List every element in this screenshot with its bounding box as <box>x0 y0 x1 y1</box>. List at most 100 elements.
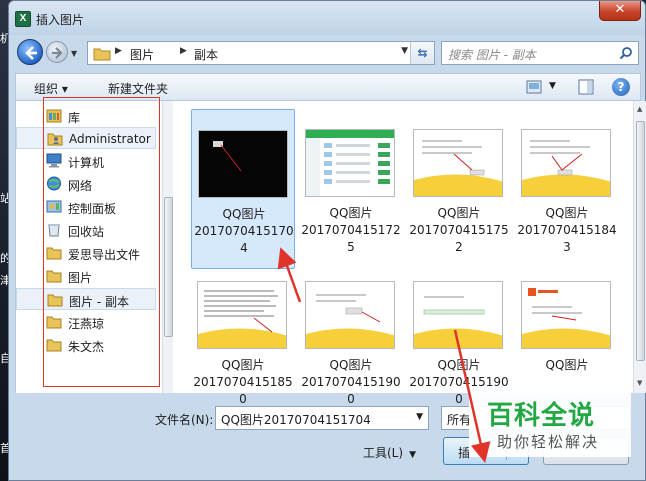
tools-button[interactable]: 工具(L) ▼ <box>363 444 416 461</box>
command-bar: 组织 ▾ 新建文件夹 ▼ ? <box>15 73 641 101</box>
sidebar-item-label: 图片 <box>68 271 93 285</box>
sidebar-item-administrator[interactable]: Administrator <box>16 127 156 149</box>
sidebar-item-zhu-wenjie[interactable]: 朱文杰 <box>16 334 156 356</box>
thumbnail-image <box>197 281 287 349</box>
scrollbar-thumb[interactable] <box>636 121 645 361</box>
sidebar-item-label: 汪燕琼 <box>68 317 105 331</box>
user-folder-icon <box>47 133 63 146</box>
recycle-bin-icon <box>48 224 60 237</box>
chevron-right-icon: ▶ <box>180 46 187 56</box>
chevron-down-icon[interactable]: ▼ <box>416 412 423 422</box>
organize-button[interactable]: 组织 ▾ <box>34 80 68 97</box>
folder-icon <box>93 48 111 61</box>
thumbnail-image <box>305 129 395 197</box>
tools-label: 工具(L) <box>363 446 404 460</box>
file-tile[interactable]: QQ图片 2017070415184 3 <box>515 109 619 269</box>
sidebar-item-label: 库 <box>68 111 81 125</box>
back-arrow-icon <box>25 46 37 60</box>
filename-value: QQ图片20170704151704 <box>221 413 371 427</box>
computer-icon <box>46 153 62 168</box>
sidebar-item-pictures-copy[interactable]: 图片 - 副本 <box>16 288 156 310</box>
file-name: QQ图片 2017070415172 5 <box>301 206 401 254</box>
thumbnail-image <box>521 129 611 197</box>
close-button[interactable]: ✕ <box>599 1 641 21</box>
thumbnail-image <box>413 281 503 349</box>
navigation-bar: ▼ ▶ 图片 ▶ 副本 ▼ ⇆ 搜索 图片 - 副本 <box>9 37 645 69</box>
back-button[interactable] <box>17 39 43 65</box>
forward-button[interactable] <box>46 41 68 63</box>
file-name: QQ图片 <box>545 358 589 372</box>
address-dropdown[interactable]: ▼ <box>401 46 408 56</box>
view-dropdown[interactable]: ▼ <box>549 81 556 91</box>
forward-arrow-icon <box>52 47 63 59</box>
new-folder-button[interactable]: 新建文件夹 <box>108 80 168 97</box>
file-tile[interactable]: QQ图片 20170704151900 <box>299 261 403 421</box>
chevron-down-icon: ▼ <box>409 450 416 460</box>
file-tile[interactable]: QQ图片 2017070415170 4 <box>191 109 295 269</box>
thumbnail-image <box>413 129 503 197</box>
filetype-value: 所有 <box>447 413 472 427</box>
window-title: 插入图片 <box>36 13 85 27</box>
sidebar-item-network[interactable]: 网络 <box>16 173 156 195</box>
refresh-icon[interactable]: ⇆ <box>410 42 434 64</box>
sidebar-item-label: 爱思导出文件 <box>68 248 141 262</box>
thumbnail-image <box>305 281 395 349</box>
filename-label: 文件名(N): <box>155 413 214 427</box>
folder-icon <box>47 294 63 307</box>
breadcrumb-item[interactable]: 图片 <box>130 46 154 63</box>
navigation-pane: 库 Administrator 计算机 网络 控制面板 回收站 爱思导出文件 图… <box>15 101 174 393</box>
excel-app-icon: X <box>15 11 31 27</box>
chevron-right-icon: ▶ <box>115 46 122 56</box>
sidebar-item-recycle-bin[interactable]: 回收站 <box>16 219 156 241</box>
sidebar-item-label: 图片 - 副本 <box>69 295 129 309</box>
sidebar-item-pictures[interactable]: 图片 <box>16 265 156 287</box>
sidebar-item-label: 回收站 <box>68 225 105 239</box>
network-icon <box>47 176 61 191</box>
help-icon[interactable]: ? <box>612 78 630 96</box>
search-icon[interactable] <box>619 46 633 60</box>
address-bar[interactable]: ▶ 图片 ▶ 副本 ▼ ⇆ <box>87 41 435 65</box>
folder-icon <box>46 316 62 329</box>
thumbnail-image <box>521 281 611 349</box>
file-name: QQ图片 2017070415175 2 <box>409 206 509 254</box>
file-tile[interactable]: QQ图片 2017070415175 2 <box>407 109 511 269</box>
watermark: 百科全说 助你轻松解决 <box>469 387 631 457</box>
scroll-up-icon[interactable]: ▲ <box>637 105 642 113</box>
sidebar-item-label: 计算机 <box>68 156 105 170</box>
sidebar-item-control-panel[interactable]: 控制面板 <box>16 196 156 218</box>
sidebar-item-computer[interactable]: 计算机 <box>16 150 156 172</box>
file-list: QQ图片 2017070415170 4 QQ图片 2017070415172 5 QQ… <box>173 101 633 406</box>
control-panel-icon <box>46 200 62 213</box>
file-tile[interactable]: QQ图片 2017070415172 5 <box>299 109 403 269</box>
sidebar-item-aisi-export[interactable]: 爱思导出文件 <box>16 242 156 264</box>
library-icon <box>46 109 62 123</box>
preview-pane-icon[interactable] <box>578 79 594 95</box>
sidebar-item-library[interactable]: 库 <box>16 105 156 127</box>
file-tile[interactable]: QQ图片 20170704151850 <box>191 261 295 421</box>
file-list-scrollbar[interactable]: ▲ ▼ <box>633 101 646 393</box>
title-bar: X 插入图片 ✕ <box>9 1 645 35</box>
sidebar-item-label: 网络 <box>68 179 93 193</box>
file-name: QQ图片 2017070415184 3 <box>517 206 617 254</box>
scrollbar-thumb[interactable] <box>164 197 173 337</box>
search-input[interactable]: 搜索 图片 - 副本 <box>441 41 639 65</box>
recent-pages-dropdown[interactable]: ▼ <box>71 49 77 58</box>
file-name: QQ图片 2017070415170 4 <box>194 207 294 255</box>
folder-icon <box>46 247 62 260</box>
scroll-down-icon[interactable]: ▼ <box>637 379 642 387</box>
thumbnail-image <box>198 130 288 198</box>
watermark-title: 百科全说 <box>487 401 596 431</box>
sidebar-item-wang-yanqiong[interactable]: 汪燕琼 <box>16 311 156 333</box>
sidebar-item-label: 朱文杰 <box>68 340 105 354</box>
sidebar-item-label: 控制面板 <box>68 202 117 216</box>
watermark-subtitle: 助你轻松解决 <box>497 433 600 451</box>
sidebar-item-label: Administrator <box>69 132 151 146</box>
change-view-icon[interactable] <box>526 80 542 94</box>
breadcrumb-item[interactable]: 副本 <box>194 46 218 63</box>
file-name: QQ图片 20170704151850 <box>193 358 293 406</box>
filename-input[interactable]: QQ图片20170704151704 ▼ <box>215 406 429 430</box>
folder-icon <box>46 339 62 352</box>
search-placeholder: 搜索 图片 - 副本 <box>448 48 536 62</box>
insert-picture-dialog: X 插入图片 ✕ ▼ ▶ 图片 ▶ 副本 ▼ ⇆ 搜索 图片 - 副本 组织 ▾… <box>8 0 646 481</box>
file-name: QQ图片 20170704151900 <box>301 358 401 406</box>
